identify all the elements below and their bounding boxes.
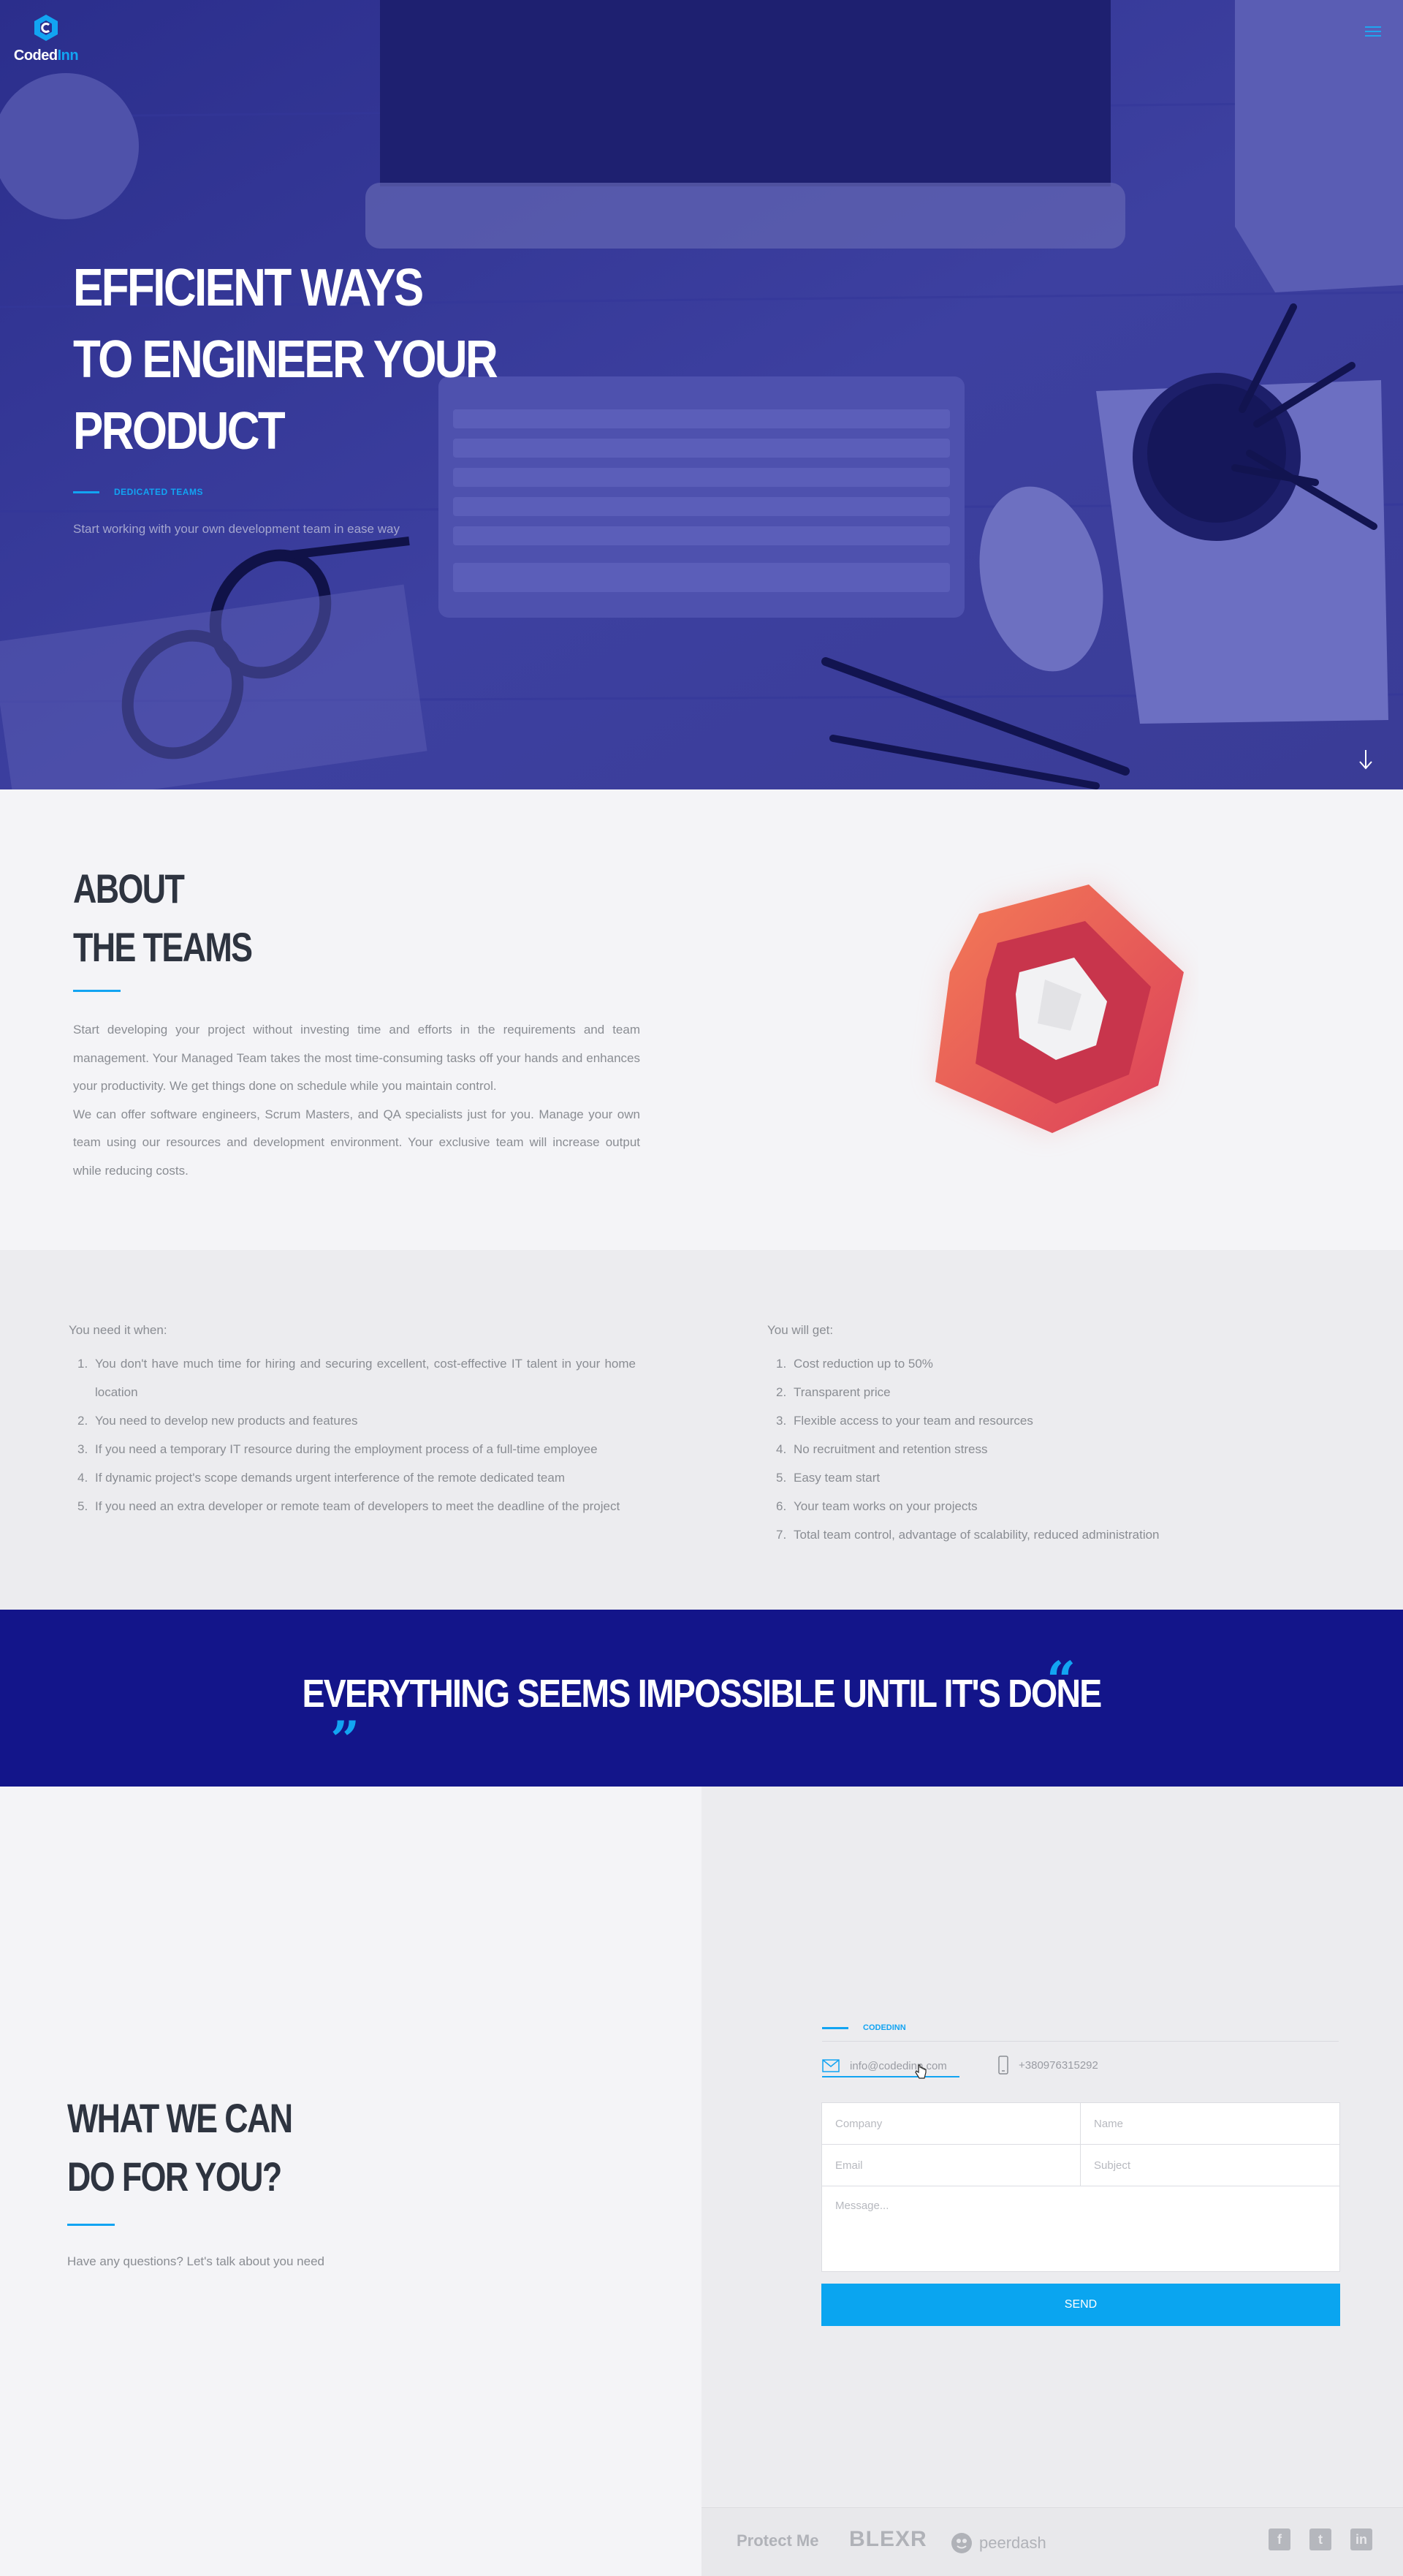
hexagon-illustration — [935, 884, 1184, 1133]
contact-subtitle: Have any questions? Let's talk about you… — [67, 2254, 324, 2268]
brand-name: CodedInn — [13, 48, 79, 64]
contact-tag-label: CODEDINN — [863, 2023, 906, 2032]
hero-tag: DEDICATED TEAMS — [73, 487, 203, 497]
list-item: 4. No recruitment and retention stress — [776, 1442, 988, 1456]
hero-section: CodedInn EFFICIENT WAYS TO ENGINEER YOUR… — [0, 0, 1403, 789]
list-item: 1. You don't have much time for hiring an… — [77, 1357, 636, 1399]
about-paragraph-2: We can offer software engineers, Scrum M… — [73, 1107, 640, 1178]
hand-cursor-icon — [915, 2064, 927, 2079]
contact-divider — [67, 2224, 115, 2226]
needs-list: 1. You don't have much time for hiring an… — [69, 1349, 636, 1520]
partner-name: peerdash — [979, 2534, 1046, 2552]
subject-input[interactable] — [1081, 2145, 1339, 2186]
list-item: 5. If you need an extra developer or remo… — [77, 1499, 620, 1513]
twitter-icon[interactable]: t — [1309, 2528, 1331, 2550]
list-item: 4. If dynamic project's scope demands urg… — [77, 1471, 565, 1485]
list-item: 2. Transparent price — [776, 1385, 891, 1399]
partner-logo-peerdash[interactable]: peerdash — [950, 2531, 1046, 2555]
contact-tag: CODEDINN — [822, 2023, 1339, 2042]
about-divider — [73, 990, 121, 992]
logo-hexagon-icon — [34, 15, 58, 41]
arrow-down-icon[interactable] — [1358, 749, 1374, 770]
needs-column: You need it when: 1. You don't have much … — [69, 1317, 636, 1520]
about-paragraph-1: Start developing your project without in… — [73, 1023, 640, 1093]
list-item: 1. Cost reduction up to 50% — [776, 1357, 933, 1371]
envelope-icon — [822, 2059, 840, 2072]
quote-text: EVERYTHING SEEMS IMPOSSIBLE UNTIL IT'S D… — [302, 1672, 1102, 1716]
email-input[interactable] — [822, 2145, 1081, 2186]
quote-close-icon: ” — [330, 1710, 360, 1770]
gets-list: 1. Cost reduction up to 50% 2. Transparent… — [767, 1349, 1334, 1549]
about-text: Start developing your project without in… — [73, 1016, 640, 1185]
hero-subtitle: Start working with your own development … — [73, 522, 400, 536]
message-textarea[interactable] — [822, 2186, 1339, 2271]
phone-icon — [998, 2056, 1008, 2075]
contact-phone: +380976315292 — [1019, 2058, 1098, 2072]
list-item: 5. Easy team start — [776, 1471, 881, 1485]
list-item: 2. You need to develop new products and f… — [77, 1414, 358, 1428]
gets-column: You will get: 1. Cost reduction up to 50%… — [767, 1317, 1334, 1549]
benefits-section: You need it when: 1. You don't have much … — [0, 1250, 1403, 1610]
list-item: 3. If you need a temporary IT resource du… — [77, 1442, 598, 1456]
hero-tag-label: DEDICATED TEAMS — [114, 487, 203, 497]
hamburger-menu-icon[interactable] — [1365, 26, 1381, 38]
footer: Protect Me BLEXR peerdash f t in — [702, 2507, 1403, 2576]
partner-logo-protectme[interactable]: Protect Me — [737, 2531, 818, 2550]
list-item: 7. Total team control, advantage of scala… — [776, 1528, 1160, 1542]
quote-banner: “ EVERYTHING SEEMS IMPOSSIBLE UNTIL IT'S… — [0, 1610, 1403, 1787]
about-title: ABOUT THE TEAMS — [73, 865, 253, 970]
contact-email: info@codedinn.com — [850, 2059, 947, 2072]
company-input[interactable] — [822, 2103, 1081, 2144]
contact-email-link[interactable]: info@codedinn.com — [822, 2056, 959, 2077]
list-item: 6. Your team works on your projects — [776, 1499, 978, 1513]
gets-heading: You will get: — [767, 1323, 834, 1337]
contact-form — [821, 2102, 1340, 2272]
needs-heading: You need it when: — [69, 1323, 167, 1337]
facebook-icon[interactable]: f — [1269, 2528, 1290, 2550]
contact-phone-link[interactable]: +380976315292 — [998, 2056, 1098, 2075]
list-item: 3. Flexible access to your team and resou… — [776, 1414, 1033, 1428]
contact-title: WHAT WE CAN DO FOR YOU? — [67, 2095, 293, 2200]
brand-logo[interactable]: CodedInn — [13, 13, 79, 64]
linkedin-icon[interactable]: in — [1350, 2528, 1372, 2550]
peerdash-logo-icon — [951, 2533, 972, 2553]
hero-title: EFFICIENT WAYS TO ENGINEER YOUR PRODUCT — [73, 259, 498, 461]
partner-logo-blexr[interactable]: BLEXR — [849, 2527, 927, 2552]
send-button[interactable]: SEND — [821, 2284, 1340, 2326]
name-input[interactable] — [1081, 2103, 1339, 2144]
